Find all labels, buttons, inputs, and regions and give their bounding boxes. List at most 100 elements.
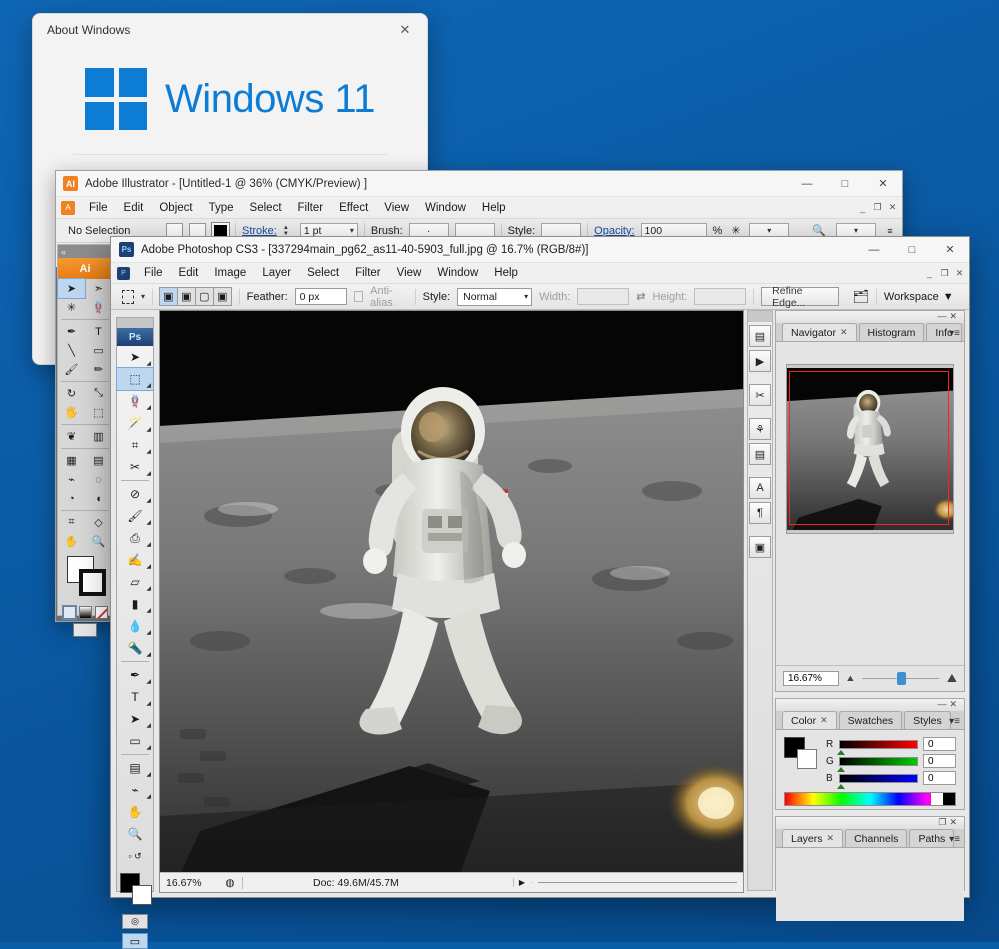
tool-live-paint-bucket[interactable]: ◔ — [58, 489, 85, 508]
menu-layer[interactable]: Layer — [254, 265, 299, 281]
reset-colors-icon[interactable]: ▫ ↺ — [117, 845, 153, 867]
add-to-selection-button[interactable]: ▣ — [176, 287, 196, 306]
paint-mode-none[interactable] — [94, 606, 108, 619]
tool-healing-brush[interactable]: ⊘ ◢ — [117, 483, 153, 505]
image-canvas[interactable] — [160, 311, 743, 872]
tool-type[interactable]: T — [85, 322, 112, 341]
tool-line-segment[interactable]: ╲ — [58, 341, 85, 360]
menu-edit[interactable]: Edit — [116, 200, 152, 216]
doc-minimize-button[interactable]: _ — [855, 200, 870, 216]
horizontal-scrollbar[interactable] — [530, 882, 744, 883]
tool-presets-icon[interactable]: ✂ — [749, 384, 771, 406]
tool-rectangle[interactable]: ▭ — [85, 341, 112, 360]
proof-colors-icon[interactable]: ◍ — [218, 877, 242, 889]
minimize-icon[interactable]: — — [937, 311, 949, 321]
slider-b[interactable] — [837, 773, 918, 789]
tool-preset-caret-icon[interactable]: ▾ — [141, 292, 145, 301]
intersect-selection-button[interactable]: ▣ — [212, 287, 232, 306]
close-icon[interactable]: ✕ — [827, 833, 835, 844]
tool-live-paint-selection[interactable]: ◖ — [85, 489, 112, 508]
tool-lasso[interactable]: 🪢 ◢ — [117, 390, 153, 412]
white-swatch[interactable] — [931, 793, 943, 805]
menu-view[interactable]: View — [389, 265, 430, 281]
quick-mask-button[interactable]: ◎ — [122, 914, 148, 929]
background-color-swatch[interactable] — [132, 885, 152, 905]
workspace-button[interactable]: Workspace ▼ — [884, 291, 954, 303]
tool-magic-wand[interactable]: ✳ — [58, 298, 85, 317]
doc-minimize-button[interactable]: _ — [922, 265, 937, 281]
menu-file[interactable]: File — [136, 265, 171, 281]
minimize-button[interactable]: — — [855, 237, 893, 262]
width-input[interactable] — [577, 288, 630, 305]
menu-window[interactable]: Window — [417, 200, 474, 216]
menu-object[interactable]: Object — [151, 200, 200, 216]
doc-restore-button[interactable]: ❐ — [937, 265, 952, 281]
panel-menu-icon[interactable]: ▾≡ — [949, 716, 960, 727]
color-spectrum-ramp[interactable] — [784, 792, 956, 806]
close-icon[interactable]: ✕ — [949, 311, 960, 321]
close-icon[interactable]: ✕ — [383, 15, 427, 46]
paragraph-styles-icon[interactable]: ▤ — [749, 443, 771, 465]
actions-icon[interactable]: ▶ — [749, 350, 771, 372]
tool-clone-stamp[interactable]: ⎙ ◢ — [117, 527, 153, 549]
screen-mode-button[interactable]: ▭ — [122, 933, 148, 949]
minimize-button[interactable]: — — [788, 171, 826, 196]
value-b[interactable]: 0 — [923, 771, 956, 785]
tool-eyedropper[interactable]: ⌁ — [58, 470, 85, 489]
swap-dimensions-icon[interactable]: ⇄ — [636, 290, 645, 303]
go-to-bridge-icon[interactable]: 🗂 — [853, 289, 870, 305]
tab-navigator[interactable]: Navigator ✕ — [782, 323, 857, 341]
menu-type[interactable]: Type — [201, 200, 242, 216]
stroke-label[interactable]: Stroke: — [242, 225, 277, 237]
close-icon[interactable]: ✕ — [949, 699, 960, 709]
doc-restore-button[interactable]: ❐ — [870, 200, 885, 216]
tool-rotate[interactable]: ↻ — [58, 384, 85, 403]
menu-select[interactable]: Select — [299, 265, 347, 281]
menu-help[interactable]: Help — [486, 265, 526, 281]
stroke-spinner[interactable]: ▲ ▼ — [283, 225, 292, 237]
color-panel-controls[interactable]: —✕ — [937, 699, 960, 710]
illustrator-stroke-swatch[interactable] — [79, 569, 106, 596]
navigator-thumbnail-area[interactable] — [786, 364, 954, 534]
menu-effect[interactable]: Effect — [331, 200, 376, 216]
close-icon[interactable]: ✕ — [840, 327, 848, 338]
minimize-icon[interactable]: ❐ — [938, 817, 949, 827]
panel-menu-icon[interactable]: ▾≡ — [949, 328, 960, 339]
navigator-panel-controls[interactable]: —✕ — [937, 311, 960, 322]
tab-paths[interactable]: Paths — [909, 829, 955, 847]
refine-edge-button[interactable]: Refine Edge... — [761, 285, 839, 309]
tool-warp[interactable]: 🖐 — [58, 403, 85, 422]
tool-brush[interactable]: 🖌 ◢ — [117, 505, 153, 527]
doc-close-button[interactable]: ✕ — [952, 265, 967, 281]
tool-crop[interactable]: ⌗ ◢ — [117, 434, 153, 456]
zoom-level[interactable]: 16.67% — [160, 877, 218, 889]
slider-thumb[interactable] — [897, 672, 907, 685]
tool-selection[interactable]: ➤ — [57, 278, 86, 299]
tool-move[interactable]: ➤ ◢ — [117, 346, 153, 368]
tool-pen[interactable]: ✒ — [58, 322, 85, 341]
tool-gradient[interactable]: ▮ ◢ — [117, 593, 153, 615]
tool-quick-selection[interactable]: 🪄 ◢ — [117, 412, 153, 434]
screen-mode-button[interactable] — [73, 623, 97, 637]
brush-presets-icon[interactable]: ▤ — [749, 325, 771, 347]
navigator-view-box[interactable] — [789, 371, 949, 525]
menu-file[interactable]: File — [81, 200, 116, 216]
tab-color[interactable]: Color ✕ — [782, 711, 837, 729]
menu-filter[interactable]: Filter — [290, 200, 332, 216]
tool-lasso[interactable]: 🪢 — [85, 298, 112, 317]
menu-help[interactable]: Help — [474, 200, 514, 216]
doc-close-button[interactable]: ✕ — [885, 200, 900, 216]
tool-eraser[interactable]: ▱ ◢ — [117, 571, 153, 593]
menu-window[interactable]: Window — [429, 265, 486, 281]
tool-slice[interactable]: ◇ — [85, 513, 112, 532]
toolbox-grip[interactable] — [117, 318, 153, 328]
tab-styles[interactable]: Styles — [904, 711, 951, 729]
tool-free-transform[interactable]: ⬚ — [85, 403, 112, 422]
dock-grip[interactable] — [748, 311, 772, 322]
tool-dodge[interactable]: 🔦 ◢ — [117, 637, 153, 659]
panel-menu-icon[interactable]: ▾≡ — [949, 834, 960, 845]
feather-input[interactable]: 0 px — [294, 288, 347, 305]
character-styles-icon[interactable]: ⚘ — [749, 418, 771, 440]
rectangular-marquee-icon[interactable] — [122, 289, 134, 304]
navigator-zoom-input[interactable]: 16.67% — [783, 671, 839, 686]
